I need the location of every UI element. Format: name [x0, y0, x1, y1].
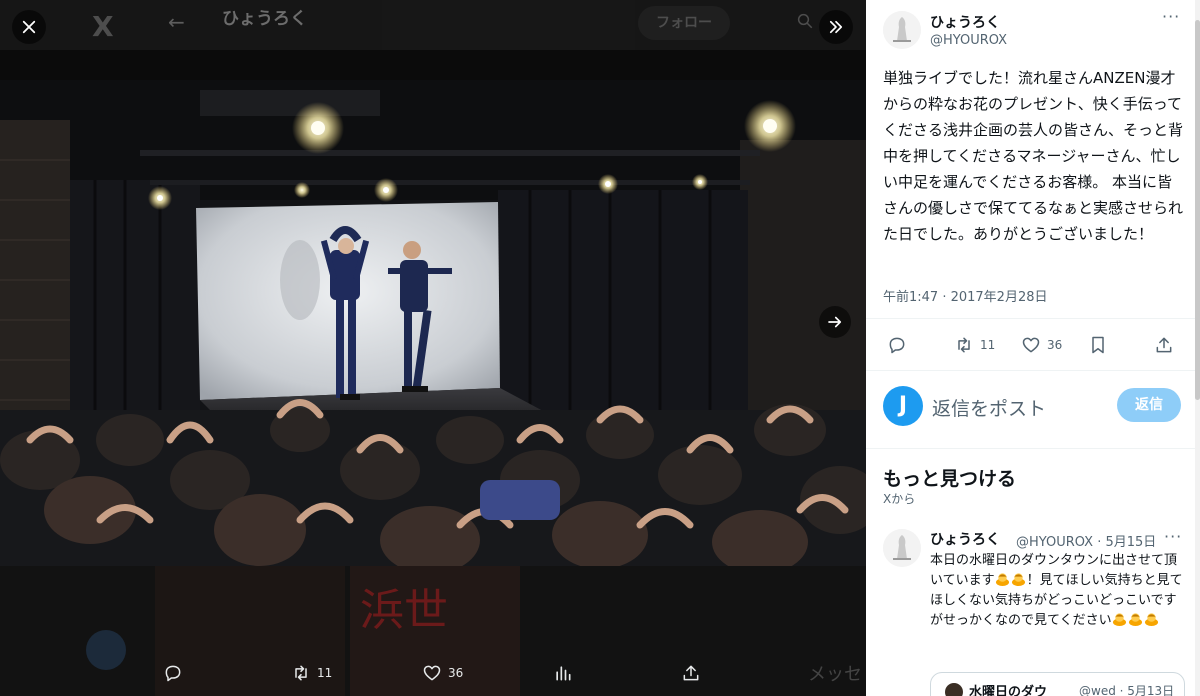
quoted-post-author: 水曜日のダウ	[969, 685, 1048, 696]
my-avatar[interactable]: J	[883, 386, 923, 426]
discover-title: もっと見つける	[883, 468, 1017, 490]
close-icon	[22, 20, 36, 34]
reply-input[interactable]: 返信をポスト	[932, 394, 1046, 421]
media-action-bar: 11 36	[0, 656, 866, 690]
media-retweet-button[interactable]: 11	[291, 656, 332, 690]
bookmark-button[interactable]	[1088, 334, 1108, 356]
author-avatar[interactable]	[883, 11, 921, 49]
related-post-handle-date[interactable]: @HYOUROX · 5月15日	[1016, 531, 1156, 550]
next-image-button[interactable]	[819, 306, 851, 338]
media-share-button[interactable]	[681, 656, 701, 690]
retweet-count: 11	[980, 338, 996, 352]
share-button[interactable]	[1154, 334, 1174, 356]
share-icon	[683, 665, 699, 681]
related-post-avatar[interactable]	[883, 529, 921, 567]
author-name[interactable]: ひょうろく	[930, 12, 1000, 32]
media-like-button[interactable]: 36	[422, 656, 463, 690]
background-page-header: X ← ひょうろく フォロー	[0, 0, 866, 50]
background-profile-name: ひょうろく	[222, 9, 307, 29]
bowing-person-emoji-icon	[1012, 573, 1026, 586]
media-reply-button[interactable]	[163, 656, 183, 690]
reply-icon	[889, 337, 905, 354]
media-viewer: X ← ひょうろく フォロー 浜世 メッセ 11 36	[0, 0, 866, 696]
related-avatar-image	[883, 529, 921, 567]
close-button[interactable]	[12, 10, 46, 44]
like-button[interactable]: 36	[1021, 334, 1062, 356]
discover-subtitle: Xから	[883, 492, 916, 506]
retweet-icon	[295, 665, 307, 681]
reply-submit-button[interactable]: 返信	[1117, 388, 1181, 422]
share-icon	[1156, 337, 1172, 353]
heart-icon	[1022, 337, 1040, 353]
media-like-count: 36	[448, 666, 464, 680]
scrollbar-track[interactable]	[1195, 0, 1200, 696]
quoted-post-meta: @wed · 5月13日	[1079, 684, 1175, 696]
retweet-button[interactable]: 11	[954, 334, 995, 356]
more-dots-icon[interactable]: ···	[1162, 7, 1180, 26]
related-post-author-name[interactable]: ひょうろく	[930, 529, 1000, 549]
arrow-right-icon	[828, 316, 842, 328]
tweet-timestamp[interactable]: 午前1:47 · 2017年2月28日	[883, 286, 1048, 305]
author-avatar-image	[883, 11, 921, 49]
bowing-person-emoji-icon	[996, 573, 1010, 586]
arrow-left-icon: ←	[168, 10, 185, 34]
tweet-photo[interactable]	[0, 80, 866, 566]
divider	[866, 318, 1195, 319]
bowing-person-emoji-icon	[1145, 613, 1159, 626]
like-count: 36	[1047, 338, 1063, 352]
divider	[866, 370, 1195, 371]
more-dots-icon[interactable]: ···	[1164, 527, 1182, 546]
tweet-text: 単独ライブでした！流れ星さんANZEN漫才からの粋なお花のプレゼント、快く手伝っ…	[883, 69, 1184, 243]
scrollbar-thumb[interactable]	[1195, 20, 1200, 400]
background-follow-button: フォロー	[638, 6, 730, 40]
quoted-post-card[interactable]: 水曜日のダウ @wed · 5月13日	[930, 672, 1185, 696]
x-logo-icon: X	[92, 10, 114, 43]
related-post-text: 本日の水曜日のダウンタウンに出させて頂いています ！見てほしい気持ちと見てほしくな…	[930, 551, 1185, 631]
bookmark-icon	[1092, 336, 1104, 354]
quoted-post-avatar	[945, 683, 963, 696]
author-handle[interactable]: @HYOUROX	[930, 33, 1007, 48]
poster-scrawl: 浜世	[360, 585, 448, 636]
bowing-person-emoji-icon	[1113, 613, 1127, 626]
reply-button[interactable]	[887, 334, 907, 356]
divider	[866, 448, 1195, 449]
retweet-icon	[958, 337, 970, 353]
search-icon	[796, 12, 814, 34]
media-views-button[interactable]	[553, 656, 573, 690]
reply-icon	[165, 665, 181, 682]
bowing-person-emoji-icon	[1129, 613, 1143, 626]
bar-chart-icon	[556, 666, 571, 681]
collapse-panel-button[interactable]	[819, 10, 853, 44]
chevrons-right-icon	[829, 20, 843, 34]
tweet-detail-panel: ひょうろく @HYOUROX ··· 単独ライブでした！流れ星さんANZEN漫才…	[866, 0, 1200, 696]
heart-icon	[423, 665, 441, 681]
media-retweet-count: 11	[317, 666, 333, 680]
stage-photo-illustration	[0, 80, 866, 566]
